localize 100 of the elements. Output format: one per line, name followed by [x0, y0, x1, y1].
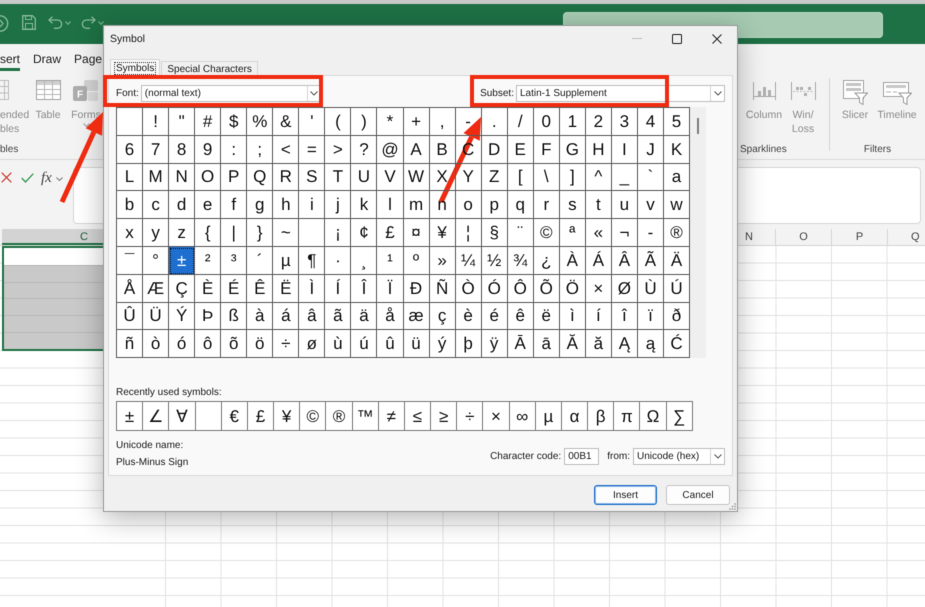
ribbon-tab[interactable]: Page	[74, 44, 102, 71]
symbol-cell[interactable]: &	[273, 108, 300, 136]
symbol-cell[interactable]: @	[377, 136, 404, 164]
recent-symbol-cell[interactable]: ÷	[457, 402, 484, 430]
symbol-cell[interactable]: ¹	[377, 246, 404, 275]
symbol-cell[interactable]: Q	[247, 164, 274, 192]
symbol-cell[interactable]: t	[586, 191, 612, 220]
symbol-cell[interactable]: ©	[534, 219, 560, 247]
dialog-button[interactable]: Insert	[594, 485, 657, 505]
symbol-cell[interactable]: M	[143, 164, 170, 192]
column-header[interactable]: P	[832, 229, 888, 245]
symbol-cell[interactable]: Ô	[508, 274, 534, 303]
symbol-cell[interactable]: G	[560, 136, 586, 164]
symbol-cell[interactable]: c	[143, 191, 170, 220]
symbol-cell[interactable]: 8	[169, 136, 196, 164]
symbol-cell[interactable]: j	[325, 191, 352, 220]
symbol-cell[interactable]: Ö	[560, 274, 586, 303]
symbol-cell[interactable]: Y	[456, 164, 482, 192]
symbol-cell[interactable]: W	[404, 164, 430, 192]
symbol-cell[interactable]: ô	[195, 330, 222, 358]
symbol-cell[interactable]: ±	[169, 246, 196, 275]
symbol-cell[interactable]: ·	[325, 246, 352, 275]
recent-symbol-cell[interactable]: Ω	[640, 402, 667, 430]
symbol-cell[interactable]: Õ	[534, 274, 560, 303]
symbol-cell[interactable]: ~	[273, 219, 300, 247]
symbol-cell[interactable]: Ą	[612, 330, 638, 358]
symbol-cell[interactable]: í	[586, 302, 612, 330]
from-dropdown[interactable]: Unicode (hex)	[633, 448, 725, 466]
symbol-cell[interactable]: :	[221, 136, 248, 164]
symbol-cell[interactable]: y	[143, 219, 170, 247]
symbol-cell[interactable]: o	[456, 191, 482, 220]
symbol-cell[interactable]: J	[638, 136, 664, 164]
recent-symbol-cell[interactable]: µ	[536, 402, 562, 430]
symbol-cell[interactable]: u	[612, 191, 638, 220]
symbol-cell[interactable]: ą	[638, 330, 664, 358]
circle-icon[interactable]	[0, 15, 9, 32]
symbol-cell[interactable]: }	[247, 219, 274, 247]
symbol-cell[interactable]: 3	[612, 108, 638, 136]
symbol-cell[interactable]: g	[247, 191, 274, 220]
symbol-cell[interactable]: ¿	[534, 246, 560, 275]
symbol-cell[interactable]: Z	[482, 164, 508, 192]
dialog-tab[interactable]: Symbols	[110, 59, 160, 76]
check-icon[interactable]	[21, 173, 34, 183]
symbol-cell[interactable]: à	[247, 302, 274, 330]
symbol-cell[interactable]: Ñ	[430, 274, 456, 303]
symbol-cell[interactable]: U	[351, 164, 378, 192]
redo-icon[interactable]	[81, 16, 96, 29]
symbol-cell[interactable]: T	[325, 164, 352, 192]
caret-icon[interactable]	[65, 21, 71, 25]
symbol-cell[interactable]: ù	[325, 330, 352, 358]
symbol-cell[interactable]: f	[221, 191, 248, 220]
symbol-cell[interactable]: ö	[247, 330, 274, 358]
recent-symbol-cell[interactable]: ≤	[404, 402, 432, 430]
recent-symbol-cell[interactable]: ™	[352, 402, 379, 430]
symbol-cell[interactable]: Ë	[273, 274, 300, 303]
recent-symbol-cell[interactable]: £	[248, 402, 274, 430]
symbol-cell[interactable]: ^	[586, 164, 612, 192]
symbol-cell[interactable]: m	[404, 191, 430, 220]
sheet-cell[interactable]	[4, 298, 103, 316]
symbol-cell[interactable]: ă	[586, 330, 612, 358]
symbol-cell[interactable]: *	[377, 108, 404, 136]
symbol-cell[interactable]: v	[638, 191, 664, 220]
symbol-cell[interactable]: Ç	[169, 274, 196, 303]
symbol-cell[interactable]: þ	[456, 330, 482, 358]
symbol-cell[interactable]: i	[299, 191, 326, 220]
symbol-cell[interactable]: ¸	[351, 246, 378, 275]
recent-symbol-cell[interactable]: ≥	[431, 402, 458, 430]
sheet-cell[interactable]	[4, 315, 103, 332]
symbol-cell[interactable]: ý	[430, 330, 456, 358]
symbol-cell[interactable]: =	[299, 136, 326, 164]
symbol-cell[interactable]: P	[221, 164, 248, 192]
symbol-cell[interactable]: õ	[221, 330, 248, 358]
symbol-cell[interactable]: ¬	[612, 219, 638, 247]
symbol-cell[interactable]: Ð	[404, 274, 430, 303]
symbol-cell[interactable]: E	[508, 136, 534, 164]
recent-symbol-cell[interactable]: ®	[326, 402, 353, 430]
symbol-cell[interactable]: ó	[169, 330, 196, 358]
symbol-cell[interactable]: Ï	[377, 274, 404, 303]
undo-icon[interactable]	[48, 16, 63, 29]
symbol-cell[interactable]: .	[482, 108, 508, 136]
symbol-cell[interactable]: L	[117, 164, 144, 192]
symbol-cell[interactable]: ¦	[456, 219, 482, 247]
character-code-field[interactable]: 00B1	[564, 448, 600, 466]
sheet-cell[interactable]	[4, 264, 103, 282]
ribbon-tab[interactable]: Draw	[33, 44, 62, 71]
symbol-cell[interactable]: d	[169, 191, 196, 220]
symbol-cell[interactable]: ú	[351, 330, 378, 358]
symbol-cell[interactable]: 6	[117, 136, 144, 164]
symbol-cell[interactable]: »	[430, 246, 456, 275]
symbol-cell[interactable]: Â	[612, 246, 638, 275]
column-header[interactable]: Q	[888, 229, 925, 245]
symbol-cell[interactable]: k	[351, 191, 378, 220]
symbol-cell[interactable]: ì	[560, 302, 586, 330]
symbol-cell[interactable]: B	[430, 136, 456, 164]
symbol-cell[interactable]: 2	[586, 108, 612, 136]
symbol-cell[interactable]: I	[612, 136, 638, 164]
symbol-cell[interactable]: §	[482, 219, 508, 247]
symbol-cell[interactable]: Å	[117, 274, 144, 303]
symbol-cell[interactable]: ´	[247, 246, 274, 275]
symbol-cell[interactable]: É	[221, 274, 248, 303]
